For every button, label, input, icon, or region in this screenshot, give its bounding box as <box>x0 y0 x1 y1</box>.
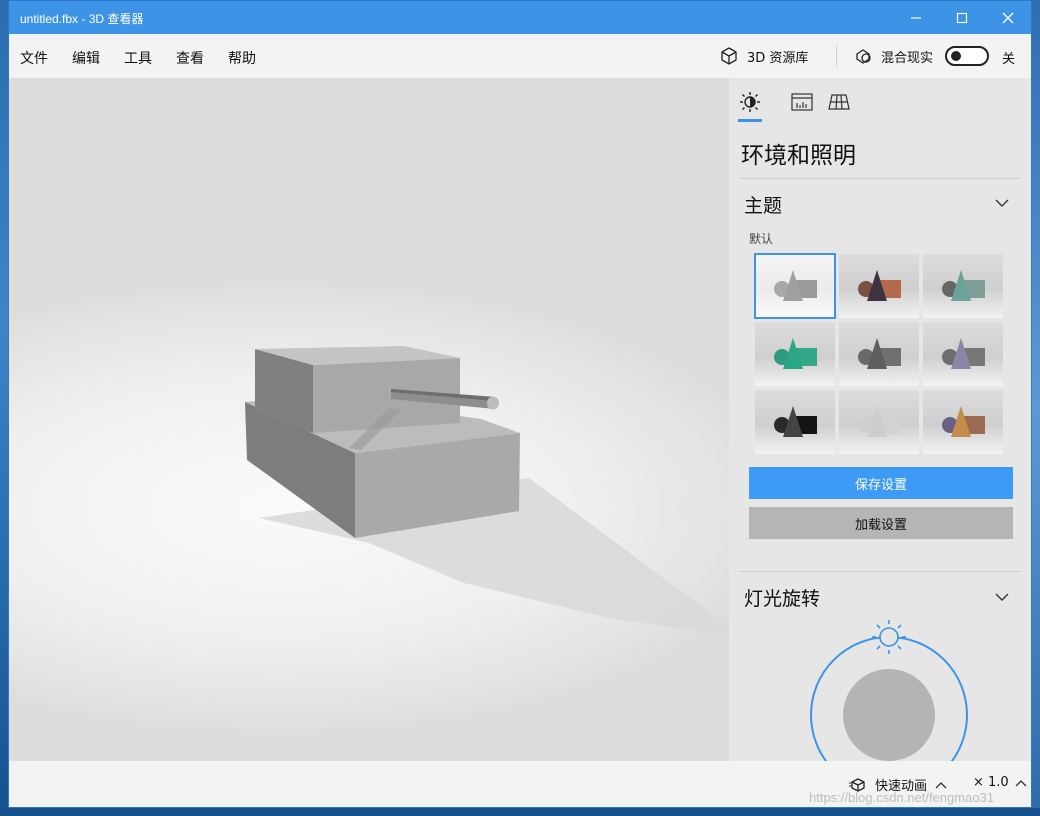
load-settings-button[interactable]: 加载设置 <box>749 507 1013 539</box>
speed-selector[interactable]: × 1.0 <box>973 775 1027 790</box>
title-bar: untitled.fbx - 3D 查看器 <box>9 1 1031 34</box>
theme-preview <box>858 270 901 301</box>
theme-preview <box>942 338 985 369</box>
theme-preview <box>774 338 817 369</box>
close-icon <box>1002 12 1014 23</box>
theme-swatch[interactable] <box>755 390 835 454</box>
environment-lighting-icon <box>740 92 760 112</box>
theme-swatch[interactable] <box>839 322 919 386</box>
dial-sphere <box>843 669 935 761</box>
tank-model <box>245 346 729 636</box>
theme-preview <box>942 270 985 301</box>
save-settings-button[interactable]: 保存设置 <box>749 467 1013 499</box>
chevron-down-icon[interactable] <box>994 198 1010 208</box>
light-rotation-dial[interactable] <box>789 618 989 761</box>
divider <box>739 178 1021 179</box>
theme-section-title[interactable]: 主题 <box>744 191 782 218</box>
speed-value: × 1.0 <box>973 775 1009 790</box>
maximize-icon <box>956 12 968 23</box>
mixed-reality-toggle[interactable] <box>945 46 989 66</box>
grid-icon <box>828 94 850 110</box>
tab-environment[interactable] <box>738 90 762 114</box>
menu-bar: 文件 编辑 工具 查看 帮助 3D 资源库 混合现实 关 <box>9 34 1031 78</box>
theme-swatch[interactable] <box>754 253 836 319</box>
menu-separator <box>836 45 837 67</box>
theme-swatch[interactable] <box>923 322 1003 386</box>
chevron-down-icon[interactable] <box>994 592 1010 602</box>
theme-grid <box>754 253 1003 456</box>
app-window: untitled.fbx - 3D 查看器 文件 编辑 工具 查看 帮助 3D … <box>8 0 1032 808</box>
theme-preview <box>942 406 985 437</box>
barrel-end <box>487 396 499 410</box>
3d-viewport[interactable] <box>9 78 729 761</box>
menu-help[interactable]: 帮助 <box>228 48 256 68</box>
divider <box>739 571 1021 572</box>
status-bar: 快速动画 × 1.0 https://blog.csdn.net/fengmao… <box>9 761 1031 807</box>
theme-preview <box>858 338 901 369</box>
3d-library-button[interactable]: 3D 资源库 <box>719 44 808 68</box>
theme-preview <box>858 406 901 437</box>
active-tab-indicator <box>738 119 762 122</box>
window-title: untitled.fbx - 3D 查看器 <box>20 12 144 26</box>
maximize-button[interactable] <box>939 1 985 34</box>
minimize-button[interactable] <box>893 1 939 34</box>
desktop-background-left <box>0 0 8 816</box>
theme-swatch[interactable] <box>923 390 1003 454</box>
mixed-reality-icon <box>856 49 871 64</box>
theme-default-label: 默认 <box>749 232 774 246</box>
toggle-state-label: 关 <box>1002 52 1016 67</box>
theme-swatch[interactable] <box>923 254 1003 318</box>
3d-library-label: 3D 资源库 <box>747 50 809 66</box>
environment-panel: 环境和照明 主题 默认 保存设置 加载设置 灯光旋转 <box>729 78 1031 761</box>
desktop-background-bottom <box>0 808 1040 816</box>
theme-swatch[interactable] <box>839 254 919 318</box>
desktop-background-right <box>1032 0 1040 816</box>
theme-preview <box>774 270 817 301</box>
stats-shading-icon <box>791 93 813 111</box>
panel-tabs <box>729 78 1031 126</box>
chevron-up-icon <box>1015 779 1027 786</box>
mixed-reality-label: 混合现实 <box>881 50 934 66</box>
menu-edit[interactable]: 编辑 <box>72 48 100 68</box>
theme-swatch[interactable] <box>839 390 919 454</box>
tab-stats[interactable] <box>790 90 814 114</box>
close-button[interactable] <box>985 1 1031 34</box>
toggle-knob <box>951 51 961 61</box>
mixed-reality-button[interactable]: 混合现实 <box>853 44 933 68</box>
theme-swatch[interactable] <box>755 322 835 386</box>
watermark: https://blog.csdn.net/fengmao31 <box>809 790 995 805</box>
menu-file[interactable]: 文件 <box>20 48 48 68</box>
minimize-icon <box>911 16 921 19</box>
panel-title: 环境和照明 <box>741 143 856 169</box>
chevron-up-icon <box>935 781 947 788</box>
light-rotation-section-title[interactable]: 灯光旋转 <box>744 584 820 611</box>
menu-tools[interactable]: 工具 <box>124 48 152 68</box>
theme-preview <box>774 406 817 437</box>
cube-icon <box>721 47 737 65</box>
menu-view[interactable]: 查看 <box>176 48 204 68</box>
tab-grid[interactable] <box>827 90 851 114</box>
